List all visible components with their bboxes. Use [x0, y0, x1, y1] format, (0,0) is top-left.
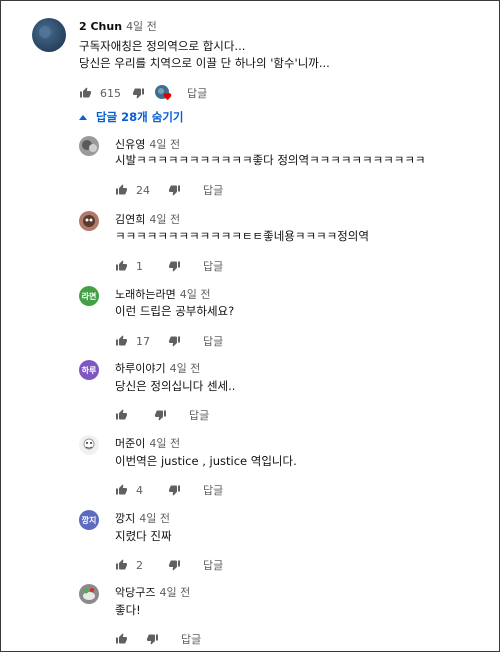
reply-time[interactable]: 4일 전	[170, 362, 201, 375]
thumbs-down-icon[interactable]	[146, 633, 159, 645]
thumbs-up-icon[interactable]	[115, 409, 128, 421]
avatar[interactable]: 하루	[79, 360, 99, 380]
like-count: 4	[136, 483, 143, 497]
thumbs-up-icon[interactable]	[115, 559, 128, 571]
like-count: 17	[136, 334, 150, 348]
avatar[interactable]	[79, 584, 99, 604]
reply-time[interactable]: 4일 전	[139, 512, 170, 525]
avatar-initial: 하루	[81, 365, 97, 375]
reply-author[interactable]: 악당구즈 4일 전	[115, 584, 190, 600]
chevron-up-icon	[79, 114, 87, 120]
reply-button[interactable]: 답글	[203, 333, 223, 349]
comment-thread: 2 Chun 4일 전 구독자애칭은 정의역으로 합시다... 당신은 우리를 치…	[0, 0, 500, 652]
like-count: 24	[136, 183, 150, 197]
reply-author[interactable]: 노래하는라면 4일 전	[115, 286, 210, 302]
reply-actions: 1 답글	[115, 258, 223, 274]
thumbs-down-icon[interactable]	[168, 484, 181, 496]
reply-button[interactable]: 답글	[203, 258, 223, 274]
reply-button[interactable]: 답글	[187, 85, 207, 101]
reply-actions: 24 답글	[115, 182, 223, 198]
avatar[interactable]	[79, 211, 99, 231]
reply-button[interactable]: 답글	[203, 182, 223, 198]
reply-text: 지렸다 진짜	[115, 529, 172, 543]
comment-line: 구독자애칭은 정의역으로 합시다...	[79, 39, 246, 53]
reply-time[interactable]: 4일 전	[149, 213, 180, 226]
reply-text: 당신은 정의십니다 센세..	[115, 379, 236, 393]
reply-author[interactable]: 신유영 4일 전	[115, 136, 180, 152]
like-count: 1	[136, 259, 143, 273]
avatar[interactable]	[79, 136, 99, 156]
reply-text: 이런 드립은 공부하세요?	[115, 304, 235, 318]
reply-button[interactable]: 답글	[181, 631, 201, 647]
reply-text: 이번역은 justice , justice 역입니다.	[115, 454, 297, 468]
reply-author[interactable]: 깡지 4일 전	[115, 510, 170, 526]
reply-button[interactable]: 답글	[203, 557, 223, 573]
reply-actions: 4 답글	[115, 482, 223, 498]
reply-text: 시발ㅋㅋㅋㅋㅋㅋㅋㅋㅋㅋㅋ좋다 정의역ㅋㅋㅋㅋㅋㅋㅋㅋㅋㅋㅋ	[115, 153, 426, 167]
thumbs-down-icon[interactable]	[168, 335, 181, 347]
reply-actions: 2 답글	[115, 557, 223, 573]
comment-line: 당신은 우리를 치역으로 이끌 단 하나의 '함수'니까...	[79, 56, 330, 70]
reply-button[interactable]: 답글	[203, 482, 223, 498]
comment-time[interactable]: 4일 전	[126, 20, 157, 33]
reply-text: 좋다!	[115, 603, 141, 617]
reply-actions: 17 답글	[115, 333, 223, 349]
thumbs-down-icon[interactable]	[168, 260, 181, 272]
hide-replies-label: 답글 28개 숨기기	[96, 110, 184, 124]
avatar-initial: 깡지	[81, 515, 97, 525]
reply-time[interactable]: 4일 전	[180, 288, 211, 301]
thumbs-up-icon[interactable]	[79, 87, 92, 99]
reply-actions: 답글	[115, 407, 209, 423]
like-count: 2	[136, 558, 143, 572]
thumbs-up-icon[interactable]	[115, 633, 128, 645]
reply-time[interactable]: 4일 전	[149, 138, 180, 151]
comment-text: 구독자애칭은 정의역으로 합시다... 당신은 우리를 치역으로 이끌 단 하나…	[79, 38, 330, 72]
reply-button[interactable]: 답글	[189, 407, 209, 423]
thumbs-up-icon[interactable]	[115, 335, 128, 347]
like-count: 615	[100, 86, 121, 100]
thumbs-down-icon[interactable]	[168, 559, 181, 571]
thumbs-down-icon[interactable]	[154, 409, 167, 421]
reply-time[interactable]: 4일 전	[149, 437, 180, 450]
reply-author[interactable]: 하루이야기 4일 전	[115, 360, 200, 376]
avatar-initial: 라면	[81, 291, 97, 301]
thumbs-up-icon[interactable]	[115, 184, 128, 196]
hide-replies-button[interactable]: 답글 28개 숨기기	[79, 109, 184, 125]
avatar[interactable]: 깡지	[79, 510, 99, 530]
thumbs-down-icon[interactable]	[132, 87, 145, 99]
thumbs-up-icon[interactable]	[115, 260, 128, 272]
comment-actions: 615 답글	[79, 85, 207, 101]
avatar[interactable]	[32, 18, 66, 52]
creator-heart-icon	[155, 85, 173, 101]
reply-text: ㅋㅋㅋㅋㅋㅋㅋㅋㅋㅋㅋㅋㅌㅌ좋네용ㅋㅋㅋㅋ정의역	[115, 229, 369, 243]
thumbs-down-icon[interactable]	[168, 184, 181, 196]
reply-time[interactable]: 4일 전	[159, 586, 190, 599]
avatar[interactable]	[79, 435, 99, 455]
avatar[interactable]: 라면	[79, 286, 99, 306]
comment-author[interactable]: 2 Chun 4일 전	[79, 18, 157, 34]
reply-author[interactable]: 머준이 4일 전	[115, 435, 180, 451]
reply-actions: 답글	[115, 631, 201, 647]
reply-author[interactable]: 김연희 4일 전	[115, 211, 180, 227]
thumbs-up-icon[interactable]	[115, 484, 128, 496]
